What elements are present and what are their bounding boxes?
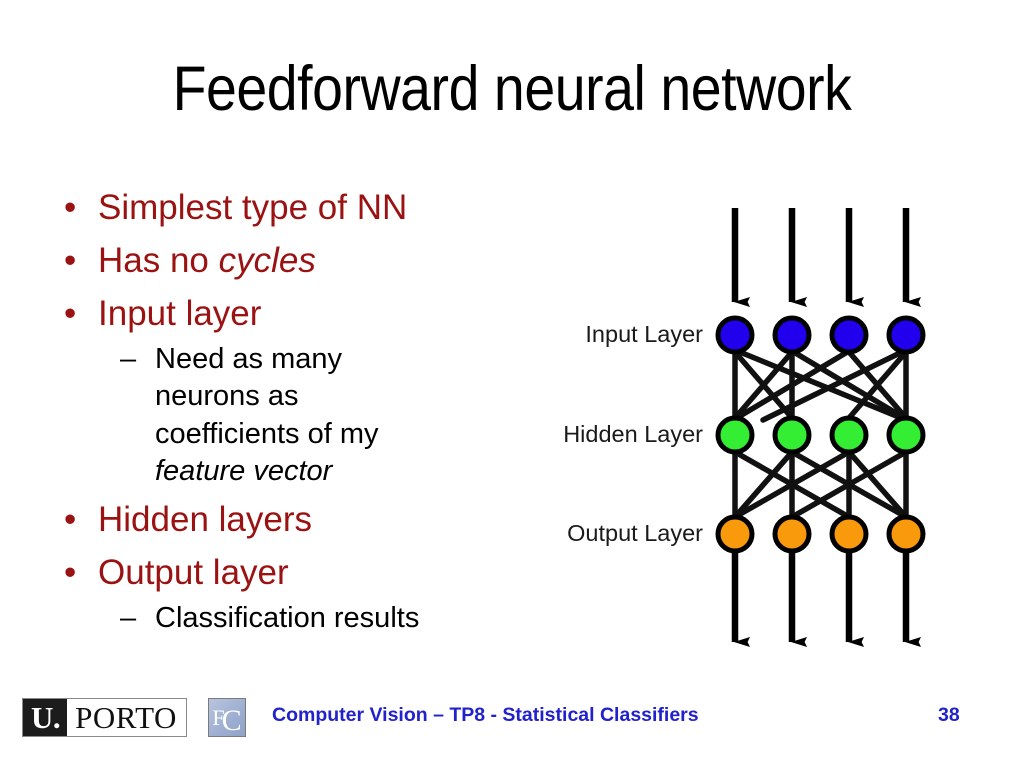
- hidden-layer-label: Hidden Layer: [563, 421, 703, 447]
- bullet-text: Output layer: [98, 552, 289, 592]
- input-arrows: [731, 208, 921, 307]
- fc-logo-letter-c: C: [221, 704, 242, 737]
- bullet-output-layer: • Output layer – Classification results: [56, 547, 511, 637]
- hidden-layer-nodes: [715, 415, 926, 455]
- hidden-node[interactable]: [772, 415, 812, 455]
- universidade-do-porto-logo: U. PORTO: [22, 698, 187, 737]
- input-layer-label: Input Layer: [585, 321, 703, 347]
- bullet-dot-icon: •: [64, 294, 77, 334]
- slide-footer: U. PORTO FC Computer Vision – TP8 - Stat…: [0, 690, 1024, 768]
- hidden-node[interactable]: [715, 415, 755, 455]
- input-node[interactable]: [715, 315, 755, 355]
- slide-page-number: 38: [938, 704, 960, 726]
- slide: Feedforward neural network • Simplest ty…: [0, 0, 1024, 768]
- bullet-input-layer: • Input layer – Need as many neurons as …: [56, 288, 511, 490]
- sub-bullet-text: Need as many neurons as coefficients of …: [155, 343, 379, 450]
- dash-icon: –: [120, 343, 137, 376]
- sub-bullet-text-emphasis: feature vector: [155, 454, 333, 487]
- hidden-node[interactable]: [829, 415, 869, 455]
- bullet-has-no-cycles: • Has no cycles: [56, 235, 511, 286]
- input-node[interactable]: [829, 315, 869, 355]
- output-layer-nodes: [715, 514, 926, 554]
- sub-bullet-classification-results: – Classification results: [98, 600, 511, 637]
- neural-network-diagram: Input Layer Hidden Layer Output Layer: [520, 190, 990, 670]
- bullet-level-1-list: • Simplest type of NN • Has no cycles • …: [56, 182, 511, 637]
- bullet-dot-icon: •: [64, 241, 77, 281]
- edge: [732, 449, 795, 520]
- diagram-layer-labels: Input Layer Hidden Layer Output Layer: [563, 321, 703, 546]
- bullet-text: Hidden layers: [98, 499, 312, 539]
- bullet-dot-icon: •: [64, 552, 77, 592]
- edges-hidden-to-output: [732, 449, 909, 520]
- input-node[interactable]: [772, 315, 812, 355]
- input-layer-nodes: [715, 315, 926, 355]
- output-node[interactable]: [715, 514, 755, 554]
- footer-course-text: Computer Vision – TP8 - Statistical Clas…: [272, 704, 699, 726]
- bullet-hidden-layers: • Hidden layers: [56, 494, 511, 545]
- output-node[interactable]: [886, 514, 926, 554]
- output-node[interactable]: [772, 514, 812, 554]
- input-node[interactable]: [886, 315, 926, 355]
- logo-porto-wordmark: PORTO: [67, 699, 186, 736]
- bullet-text: Input layer: [98, 294, 262, 334]
- dash-icon: –: [120, 601, 137, 634]
- bullet-text: Simplest type of NN: [98, 188, 408, 227]
- bullet-text: Has no: [98, 241, 219, 281]
- output-layer-label: Output Layer: [567, 520, 703, 546]
- output-node[interactable]: [829, 514, 869, 554]
- bullet-text-emphasis: cycles: [218, 241, 316, 281]
- bullet-dot-icon: •: [64, 499, 77, 539]
- fc-faculty-logo: FC: [208, 698, 246, 737]
- bullet-simplest-type-of-nn: • Simplest type of NN: [56, 182, 511, 233]
- output-arrows: [731, 550, 921, 647]
- edge: [846, 449, 909, 520]
- sub-bullet-text: Classification results: [155, 601, 420, 634]
- hidden-node[interactable]: [886, 415, 926, 455]
- sub-bullet-need-as-many-neurons: – Need as many neurons as coefficients o…: [98, 341, 511, 489]
- edges-input-to-hidden: [732, 347, 909, 423]
- bullet-level-2-list: – Need as many neurons as coefficients o…: [98, 341, 511, 489]
- bullet-list: • Simplest type of NN • Has no cycles • …: [56, 182, 511, 641]
- logo-u-mark: U.: [23, 699, 68, 736]
- page-title: Feedforward neural network: [172, 54, 852, 124]
- bullet-level-2-list: – Classification results: [98, 600, 511, 637]
- bullet-dot-icon: •: [64, 188, 77, 227]
